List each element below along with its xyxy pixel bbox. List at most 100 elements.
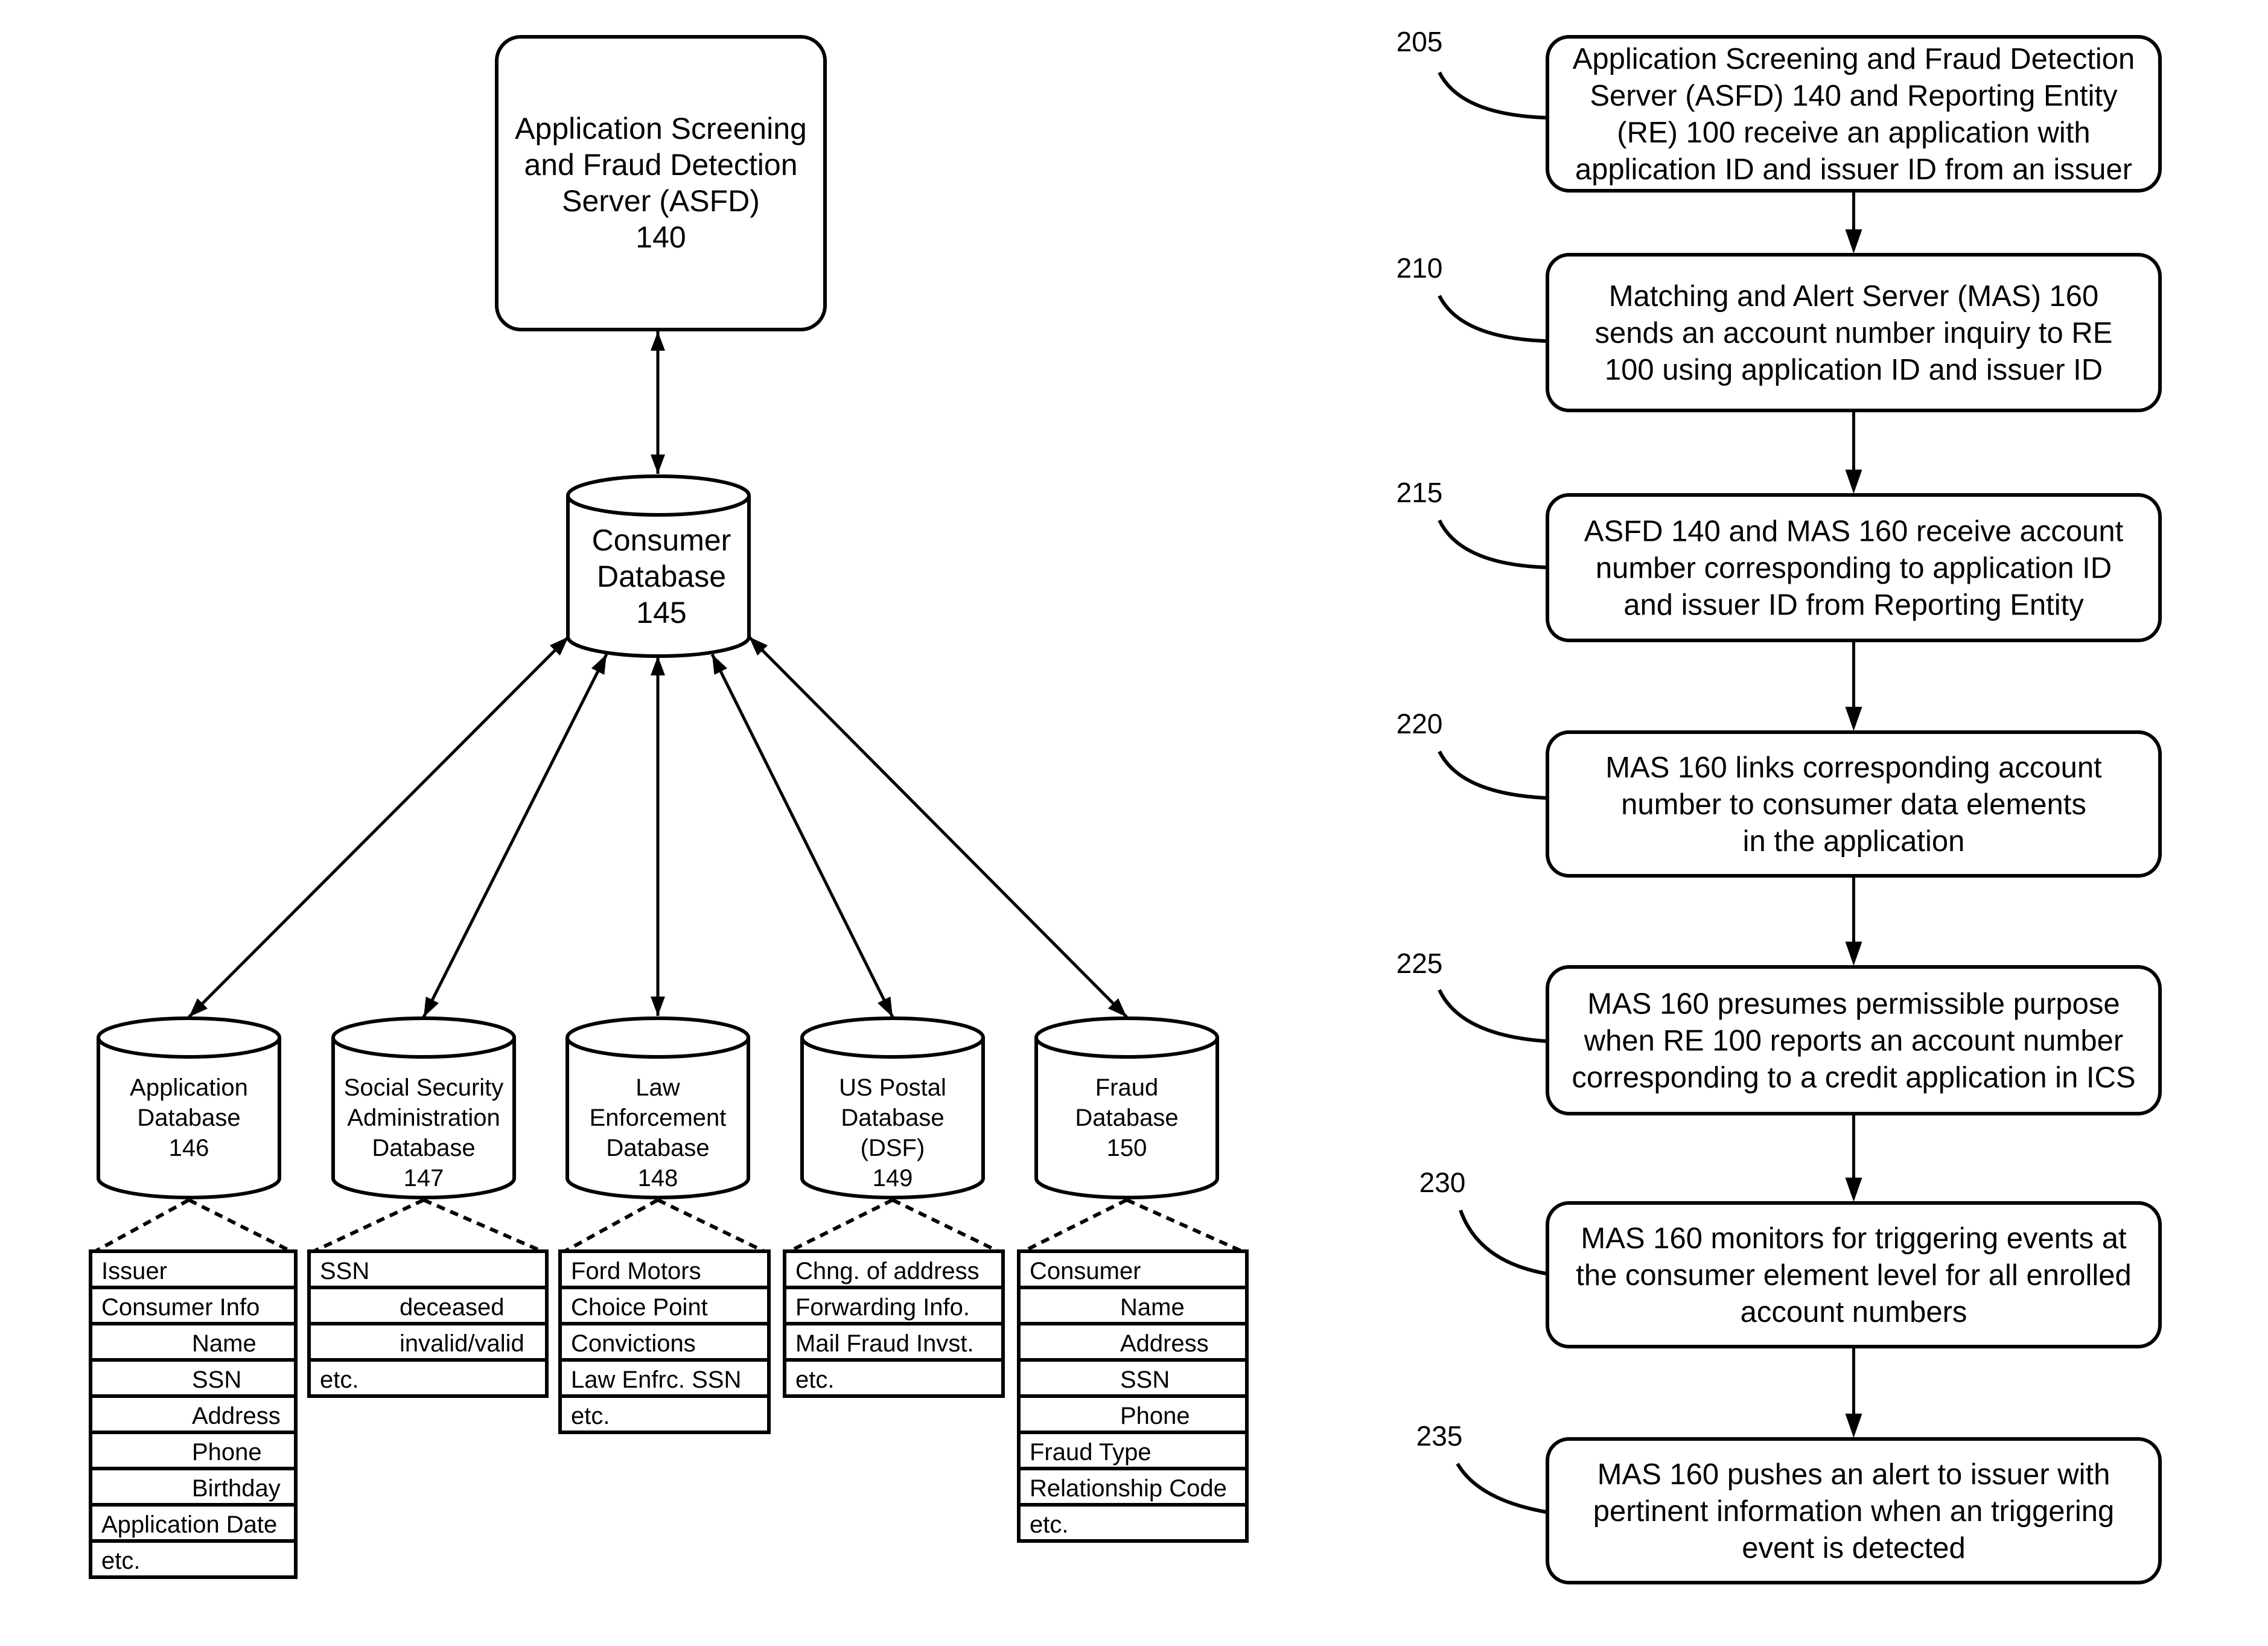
connector-line bbox=[748, 636, 1128, 1018]
table-row[interactable]: Birthday bbox=[89, 1467, 298, 1507]
table-row[interactable]: Phone bbox=[1017, 1394, 1249, 1434]
flow-step-235[interactable]: MAS 160 pushes an alert to issuer with pe… bbox=[1546, 1437, 2162, 1584]
application-database-fields-table: Issuer Consumer Info Name SSN Address Phone Bi… bbox=[89, 1249, 298, 1579]
flow-step-text: number corresponding to application ID bbox=[1596, 552, 2112, 585]
table-row[interactable]: etc. bbox=[783, 1358, 1005, 1398]
arrowhead-icon bbox=[424, 997, 439, 1017]
table-row[interactable]: Forwarding Info. bbox=[783, 1286, 1005, 1325]
reference-number: 210 bbox=[1397, 252, 1443, 284]
table-row[interactable]: etc. bbox=[1017, 1503, 1249, 1543]
us-postal-database-cylinder[interactable]: US Postal Database (DSF) 149 bbox=[800, 1016, 985, 1199]
flow-arrow bbox=[1845, 193, 1862, 254]
ssa-database-label: Database bbox=[372, 1135, 475, 1161]
table-row[interactable]: Relationship Code bbox=[1017, 1467, 1249, 1507]
leader-line bbox=[1438, 295, 1547, 343]
leader-line bbox=[1459, 1209, 1547, 1275]
table-row[interactable]: Name bbox=[1017, 1286, 1249, 1325]
table-row[interactable]: invalid/valid bbox=[307, 1322, 549, 1362]
law-enforcement-database-label: 148 bbox=[638, 1165, 678, 1191]
flow-arrow bbox=[1845, 642, 1862, 731]
reference-number: 220 bbox=[1397, 708, 1443, 739]
arrowhead-icon bbox=[651, 455, 665, 474]
flow-step-text: the consumer element level for all enrol… bbox=[1576, 1259, 2132, 1292]
table-row[interactable]: SSN bbox=[1017, 1358, 1249, 1398]
table-row[interactable]: SSN bbox=[89, 1358, 298, 1398]
table-row[interactable]: Application Date bbox=[89, 1503, 298, 1543]
table-cell-text: Application Date bbox=[101, 1511, 277, 1538]
asfd-server-rect bbox=[495, 35, 827, 331]
flow-step-205[interactable]: Application Screening and Fraud Detectio… bbox=[1546, 35, 2162, 193]
flow-step-text: Server (ASFD) 140 and Reporting Entity bbox=[1590, 80, 2118, 112]
flow-step-text: in the application bbox=[1743, 825, 1965, 858]
table-row[interactable]: Consumer Info bbox=[89, 1286, 298, 1325]
table-row[interactable]: Address bbox=[89, 1394, 298, 1434]
flow-step-210[interactable]: Matching and Alert Server (MAS) 160 sends… bbox=[1546, 253, 2162, 412]
fraud-database-cylinder[interactable]: Fraud Database 150 bbox=[1034, 1016, 1219, 1199]
law-enforcement-database-arrow bbox=[651, 656, 665, 1016]
table-row[interactable]: Phone bbox=[89, 1431, 298, 1470]
table-row[interactable]: Mail Fraud Invst. bbox=[783, 1322, 1005, 1362]
table-row[interactable]: etc. bbox=[307, 1358, 549, 1398]
ssa-database-label: 147 bbox=[404, 1165, 444, 1191]
flow-step-230[interactable]: MAS 160 monitors for triggering events a… bbox=[1546, 1201, 2162, 1348]
fraud-database-label: Database bbox=[1075, 1105, 1178, 1131]
law-enforcement-database-cylinder[interactable]: Law Enforcement Database 148 bbox=[565, 1016, 750, 1199]
consumer-database-cylinder[interactable]: ConsumerDatabase145 bbox=[566, 474, 751, 658]
table-row[interactable]: Issuer bbox=[89, 1249, 298, 1289]
fraud-database-arrow bbox=[748, 636, 1128, 1018]
asfd-server-label: Application Screening bbox=[515, 112, 807, 145]
arrowhead-icon bbox=[591, 654, 607, 675]
table-row[interactable]: deceased bbox=[307, 1286, 549, 1325]
asfd-server-box[interactable]: Application Screeningand Fraud Detection… bbox=[495, 35, 827, 331]
table-cell-text: Convictions bbox=[571, 1330, 696, 1357]
table-row[interactable]: Consumer bbox=[1017, 1249, 1249, 1289]
application-database-cylinder[interactable]: Application Database 146 bbox=[97, 1016, 281, 1199]
table-cell-text: etc. bbox=[571, 1403, 610, 1429]
us-postal-database-label: Database bbox=[841, 1105, 944, 1131]
application-database-label: 146 bbox=[169, 1135, 209, 1161]
table-cell-text: Relationship Code bbox=[1030, 1475, 1227, 1502]
cylinder-top bbox=[1034, 1016, 1219, 1059]
table-cell-text: Choice Point bbox=[571, 1294, 708, 1321]
arrowhead-icon bbox=[1845, 1178, 1862, 1202]
table-row[interactable]: etc. bbox=[89, 1539, 298, 1579]
dashed-connector bbox=[422, 1198, 543, 1253]
ssa-database-label: Administration bbox=[347, 1105, 500, 1131]
law-enforcement-database-label: Enforcement bbox=[590, 1105, 727, 1131]
table-row[interactable]: Ford Motors bbox=[558, 1249, 771, 1289]
table-row[interactable]: Law Enfrc. SSN bbox=[558, 1358, 771, 1398]
fraud-database-label: 150 bbox=[1107, 1135, 1147, 1161]
table-row[interactable]: Address bbox=[1017, 1322, 1249, 1362]
table-row[interactable]: SSN bbox=[307, 1249, 549, 1289]
patent-figure: Application Screeningand Fraud Detection… bbox=[89, 26, 2162, 1584]
table-cell-text: SSN bbox=[320, 1258, 369, 1284]
ssa-database-cylinder[interactable]: Social Security Administration Database 147 bbox=[331, 1016, 516, 1199]
flow-step-220[interactable]: MAS 160 links corresponding account numbe… bbox=[1546, 730, 2162, 878]
flow-step-215[interactable]: ASFD 140 and MAS 160 receive account numb… bbox=[1546, 493, 2162, 642]
leader-line bbox=[1438, 750, 1547, 800]
table-cell-text: Fraud Type bbox=[1030, 1439, 1152, 1466]
table-row[interactable]: Fraud Type bbox=[1017, 1431, 1249, 1470]
table-row[interactable]: Convictions bbox=[558, 1322, 771, 1362]
us-postal-database-label: (DSF) bbox=[861, 1135, 925, 1161]
table-row[interactable]: Chng. of address bbox=[783, 1249, 1005, 1289]
leader-line bbox=[1438, 989, 1547, 1043]
application-database-label: Database bbox=[137, 1105, 240, 1131]
dashed-connector bbox=[657, 1198, 765, 1253]
table-row[interactable]: Choice Point bbox=[558, 1286, 771, 1325]
flow-step-text: sends an account number inquiry to RE bbox=[1595, 317, 2113, 349]
table-row[interactable]: Name bbox=[89, 1322, 298, 1362]
reference-number: 235 bbox=[1416, 1420, 1463, 1452]
table-cell-text: Ford Motors bbox=[571, 1258, 701, 1284]
connector-line bbox=[710, 653, 894, 1018]
dashed-connector bbox=[1022, 1198, 1128, 1253]
law-enforcement-database-fields-table: Ford Motors Choice Point Convictions Law En… bbox=[558, 1249, 771, 1434]
law-enforcement-database: Law Enforcement Database 148 Ford Motors Choi… bbox=[558, 656, 771, 1434]
flow-step-text: when RE 100 reports an account number bbox=[1584, 1025, 2123, 1057]
table-row[interactable]: etc. bbox=[558, 1394, 771, 1434]
flow-step-225[interactable]: MAS 160 presumes permissible purpose when… bbox=[1546, 965, 2162, 1115]
arrowhead-icon bbox=[1845, 1414, 1862, 1438]
flow-step-text: account numbers bbox=[1741, 1296, 1967, 1329]
flow-step-text: event is detected bbox=[1742, 1532, 1965, 1565]
flow-step-text: MAS 160 pushes an alert to issuer with bbox=[1597, 1458, 2110, 1491]
